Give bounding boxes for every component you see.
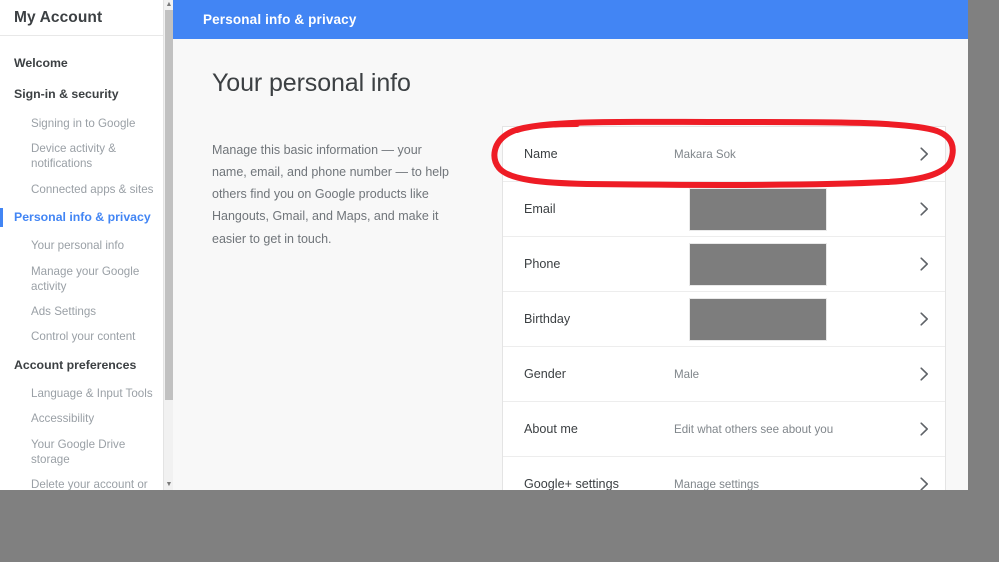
sidebar-item-label: Your Google Drive storage bbox=[31, 437, 126, 466]
card-row-name[interactable]: Name Makara Sok bbox=[503, 127, 945, 182]
sidebar-group-welcome[interactable]: Welcome bbox=[0, 48, 163, 79]
active-indicator-bar bbox=[0, 207, 3, 228]
sidebar-item-control-your-content[interactable]: Control your content bbox=[0, 324, 163, 349]
bottom-chrome-fill bbox=[0, 490, 999, 562]
row-value: Makara Sok bbox=[674, 147, 736, 161]
card-row-gender[interactable]: Gender Male bbox=[503, 347, 945, 402]
content-area: Your personal info Manage this basic inf… bbox=[173, 39, 968, 490]
sidebar-header: My Account bbox=[0, 0, 163, 36]
sidebar-item-delete-your-account-or-services[interactable]: Delete your account or services bbox=[0, 472, 163, 490]
sidebar-group-label: Sign-in & security bbox=[14, 87, 119, 102]
sidebar-item-label: Connected apps & sites bbox=[31, 182, 154, 196]
sidebar-item-language-input-tools[interactable]: Language & Input Tools bbox=[0, 381, 163, 406]
app-brand-title: My Account bbox=[14, 8, 103, 26]
sidebar-group-sign-in-security[interactable]: Sign-in & security bbox=[0, 79, 163, 110]
sidebar: My Account Welcome Sign-in & security Sign… bbox=[0, 0, 163, 490]
sidebar-item-signing-in-to-google[interactable]: Signing in to Google bbox=[0, 111, 163, 136]
sidebar-group-label: Welcome bbox=[14, 56, 68, 70]
sidebar-item-label: Manage your Google activity bbox=[31, 264, 140, 293]
row-label: Email bbox=[524, 202, 556, 216]
top-app-bar: Personal info & privacy bbox=[173, 0, 968, 39]
chevron-right-icon[interactable] bbox=[903, 367, 945, 381]
sidebar-scrollbar[interactable]: ▲ ▼ bbox=[163, 0, 173, 490]
chevron-right-icon[interactable] bbox=[903, 312, 945, 326]
sidebar-item-your-google-drive-storage[interactable]: Your Google Drive storage bbox=[0, 432, 163, 473]
main-content: Personal info & privacy Your personal in… bbox=[173, 0, 968, 490]
intro-description: Manage this basic information — your nam… bbox=[212, 142, 449, 246]
card-row-google-settings[interactable]: Google+ settings Manage settings bbox=[503, 457, 945, 490]
sidebar-nav-list: Welcome Sign-in & security Signing in to G… bbox=[0, 36, 163, 490]
redaction-box bbox=[689, 188, 827, 231]
sidebar-item-label: Control your content bbox=[31, 330, 136, 344]
chevron-right-icon[interactable] bbox=[903, 202, 945, 216]
sidebar-item-connected-apps-sites[interactable]: Connected apps & sites bbox=[0, 177, 163, 202]
row-value: Manage settings bbox=[674, 477, 760, 491]
top-app-bar-title: Personal info & privacy bbox=[203, 12, 357, 27]
redaction-box bbox=[689, 243, 827, 286]
row-label: Google+ settings bbox=[524, 477, 619, 490]
page-title: Your personal info bbox=[212, 69, 411, 97]
sidebar-item-label: Delete your account or services bbox=[31, 478, 148, 490]
sidebar-item-label: Language & Input Tools bbox=[31, 387, 153, 401]
chevron-right-icon[interactable] bbox=[903, 477, 945, 490]
sidebar-item-label: Device activity & notifications bbox=[31, 142, 117, 171]
personal-info-card-wrapper: Name Makara Sok Email Phone Birthday Gender Ma… bbox=[491, 118, 956, 490]
sidebar-item-accessibility[interactable]: Accessibility bbox=[0, 406, 163, 431]
sidebar-item-label: Ads Settings bbox=[31, 305, 97, 319]
card-row-about-me[interactable]: About me Edit what others see about you bbox=[503, 402, 945, 457]
row-label: Phone bbox=[524, 257, 561, 271]
card-row-phone[interactable]: Phone bbox=[503, 237, 945, 292]
sidebar-item-label: Signing in to Google bbox=[31, 116, 136, 130]
content-columns: Manage this basic information — your nam… bbox=[212, 118, 968, 490]
row-value: Edit what others see about you bbox=[674, 422, 834, 436]
sidebar-item-label: Accessibility bbox=[31, 412, 95, 426]
sidebar-item-manage-your-google-activity[interactable]: Manage your Google activity bbox=[0, 259, 163, 300]
sidebar-item-label: Your personal info bbox=[31, 239, 125, 253]
sidebar-item-your-personal-info[interactable]: Your personal info bbox=[0, 233, 163, 258]
chevron-right-icon[interactable] bbox=[903, 257, 945, 271]
row-value: Male bbox=[674, 367, 700, 381]
sidebar-group-account-preferences[interactable]: Account preferences bbox=[0, 350, 163, 381]
row-label: Birthday bbox=[524, 312, 571, 326]
chevron-right-icon[interactable] bbox=[903, 422, 945, 436]
personal-info-card: Name Makara Sok Email Phone Birthday Gender Ma… bbox=[502, 126, 946, 490]
sidebar-scrollbar-thumb[interactable] bbox=[165, 10, 173, 400]
chevron-right-icon[interactable] bbox=[903, 147, 945, 161]
browser-viewport: My Account Welcome Sign-in & security Sign… bbox=[0, 0, 968, 490]
sidebar-group-label: Personal info & privacy bbox=[14, 209, 151, 224]
row-label: Gender bbox=[524, 367, 567, 381]
card-row-birthday[interactable]: Birthday bbox=[503, 292, 945, 347]
card-row-email[interactable]: Email bbox=[503, 182, 945, 237]
sidebar-group-personal-info-privacy[interactable]: Personal info & privacy bbox=[0, 202, 163, 233]
sidebar-group-label: Account preferences bbox=[14, 357, 137, 372]
sidebar-item-ads-settings[interactable]: Ads Settings bbox=[0, 299, 163, 324]
screen: My Account Welcome Sign-in & security Sign… bbox=[0, 0, 999, 562]
row-label: Name bbox=[524, 147, 558, 161]
redaction-box bbox=[689, 298, 827, 341]
row-label: About me bbox=[524, 422, 578, 436]
sidebar-item-device-activity-notifications[interactable]: Device activity & notifications bbox=[0, 136, 163, 177]
